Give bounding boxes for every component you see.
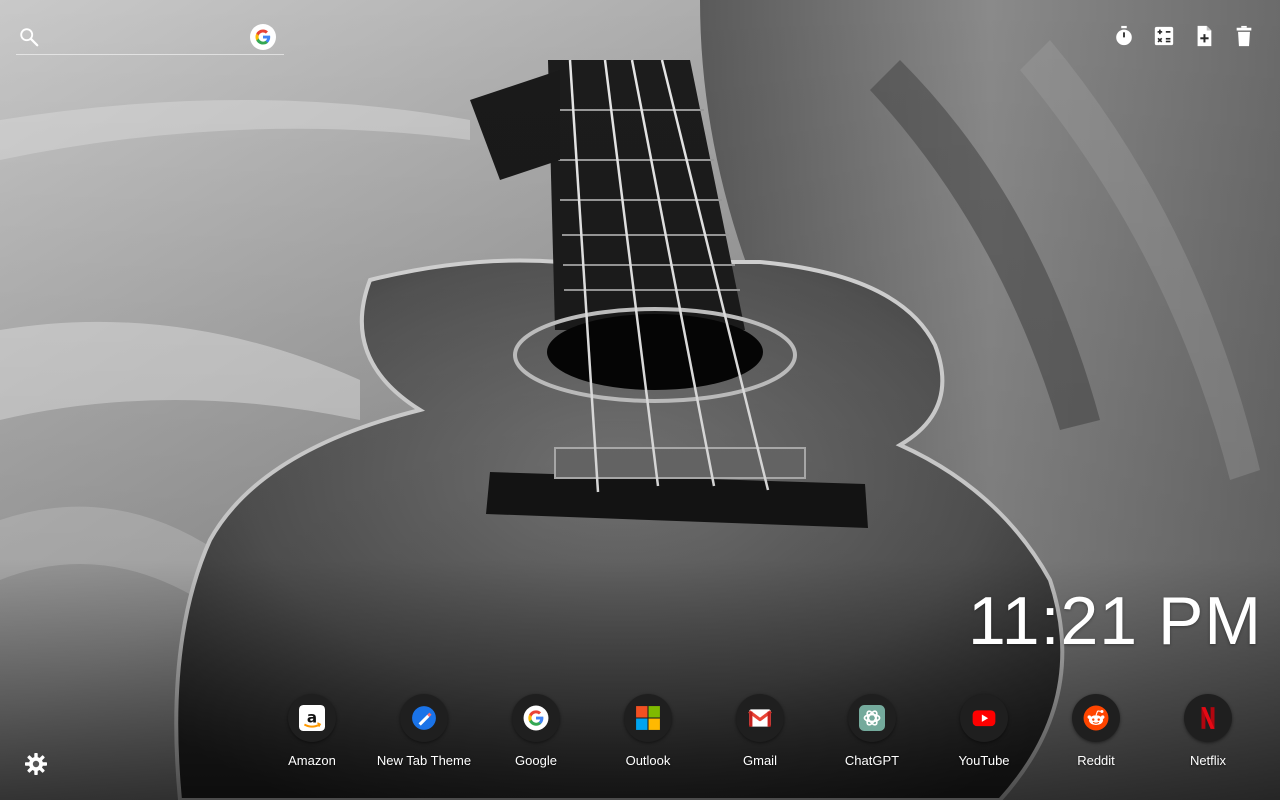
shortcut-label: Google xyxy=(515,753,557,768)
shortcut-gmail[interactable]: Gmail xyxy=(704,694,816,774)
youtube-icon xyxy=(972,710,996,727)
search-icon[interactable] xyxy=(18,26,40,48)
timer-button[interactable] xyxy=(1112,24,1136,48)
search-input[interactable] xyxy=(50,26,248,50)
gmail-icon xyxy=(748,709,772,727)
shortcut-icon-container xyxy=(512,694,560,742)
wallpaper-ukulele-image xyxy=(0,0,1280,800)
search-engine-button[interactable] xyxy=(250,24,276,50)
google-icon xyxy=(523,705,549,731)
shortcut-google[interactable]: Google xyxy=(480,694,592,774)
new-tab-theme-icon xyxy=(412,706,436,730)
new-note-button[interactable] xyxy=(1192,24,1216,48)
shortcut-amazon[interactable]: a Amazon xyxy=(256,694,368,774)
new-tab-page: 11:21 PM a Amazon New Tab Theme Google O… xyxy=(0,0,1280,800)
gear-icon[interactable] xyxy=(24,752,48,776)
shortcut-icon-container xyxy=(960,694,1008,742)
search-bar xyxy=(16,22,284,55)
shortcut-label: Gmail xyxy=(743,753,777,768)
reddit-icon xyxy=(1083,705,1109,731)
shortcut-youtube[interactable]: YouTube xyxy=(928,694,1040,774)
shortcut-icon-container xyxy=(400,694,448,742)
google-g-icon xyxy=(255,29,271,45)
shortcut-outlook[interactable]: Outlook xyxy=(592,694,704,774)
shortcut-label: Amazon xyxy=(288,753,336,768)
shortcut-new-tab-theme[interactable]: New Tab Theme xyxy=(368,694,480,774)
shortcut-icon-container: a xyxy=(288,694,336,742)
trash-button[interactable] xyxy=(1232,24,1256,48)
trash-icon xyxy=(1236,25,1252,47)
shortcut-chatgpt[interactable]: ChatGPT xyxy=(816,694,928,774)
netflix-icon xyxy=(1201,707,1215,729)
shortcut-label: Outlook xyxy=(625,753,671,768)
shortcut-netflix[interactable]: Netflix xyxy=(1152,694,1264,774)
outlook-icon xyxy=(636,706,660,730)
calculator-icon xyxy=(1154,26,1174,46)
chatgpt-icon xyxy=(859,705,885,731)
new-note-icon xyxy=(1197,25,1212,47)
shortcut-label: ChatGPT xyxy=(844,753,900,768)
shortcut-icon-container xyxy=(848,694,896,742)
shortcuts-dock: a Amazon New Tab Theme Google Outlook Gm… xyxy=(256,694,1264,774)
shortcut-label: New Tab Theme xyxy=(376,753,472,768)
shortcut-label: Reddit xyxy=(1077,753,1115,768)
shortcut-icon-container xyxy=(1184,694,1232,742)
shortcut-label: YouTube xyxy=(958,753,1010,768)
top-toolbar xyxy=(1112,24,1256,48)
shortcut-label: Netflix xyxy=(1189,753,1227,768)
calculator-button[interactable] xyxy=(1152,24,1176,48)
shortcut-icon-container xyxy=(736,694,784,742)
clock-display: 11:21 PM xyxy=(967,583,1262,659)
shortcut-icon-container xyxy=(1072,694,1120,742)
shortcut-icon-container xyxy=(624,694,672,742)
shortcut-reddit[interactable]: Reddit xyxy=(1040,694,1152,774)
timer-icon xyxy=(1116,25,1132,46)
svg-text:a: a xyxy=(307,708,317,726)
amazon-icon: a xyxy=(299,705,325,731)
